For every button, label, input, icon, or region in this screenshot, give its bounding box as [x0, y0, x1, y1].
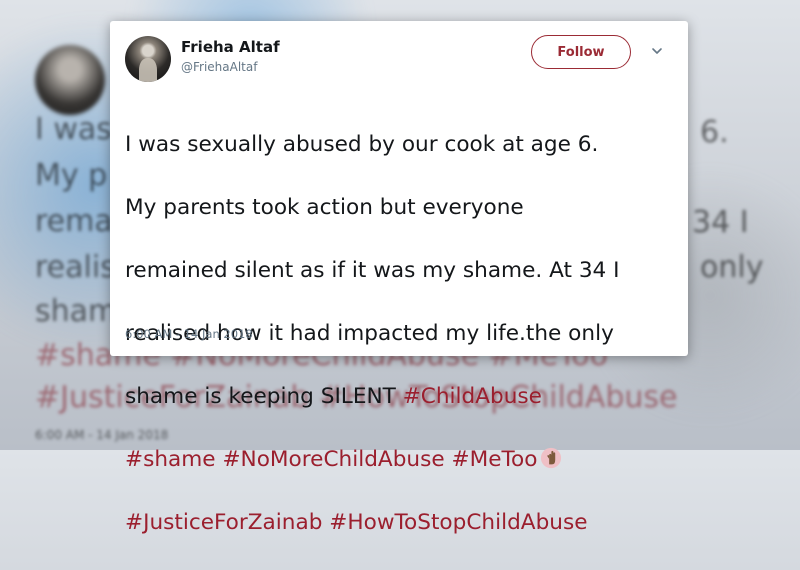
author-handle[interactable]: @FriehaAltaf: [181, 60, 257, 74]
follow-button[interactable]: Follow: [531, 35, 631, 69]
hashtag-link[interactable]: #ChildAbuse: [403, 384, 542, 409]
hashtag-link[interactable]: #HowToStopChildAbuse: [329, 510, 587, 535]
hashtag-link[interactable]: #MeToo: [452, 447, 538, 472]
tweet-line: shame is keeping SILENT #ChildAbuse: [125, 381, 681, 413]
tweet-text-segment: shame is keeping SILENT: [125, 383, 403, 409]
tweet-timestamp[interactable]: 6:00 AM - 14 Jan 2018: [125, 327, 253, 341]
tweet-line: I was sexually abused by our cook at age…: [125, 131, 599, 157]
background-text-fragment: 6.: [700, 115, 729, 150]
tweet-line: remained silent as if it was my shame. A…: [125, 257, 620, 283]
background-text-line: I was: [35, 112, 112, 147]
background-text-line: realis: [35, 250, 116, 285]
author-name[interactable]: Frieha Altaf: [181, 38, 280, 56]
tweet-line: #JusticeForZainab #HowToStopChildAbuse: [125, 507, 681, 539]
tweet-card: Frieha Altaf @FriehaAltaf Follow I was s…: [110, 21, 688, 535]
hashtag-link[interactable]: #shame: [125, 447, 216, 472]
chevron-down-icon[interactable]: [649, 43, 665, 59]
follow-label: Follow: [557, 44, 605, 60]
tweet-line: My parents took action but everyone: [125, 194, 524, 220]
hashtag-link[interactable]: #JusticeForZainab: [125, 510, 322, 535]
hashtag-link[interactable]: #NoMoreChildAbuse: [222, 447, 444, 472]
background-avatar: [35, 45, 105, 115]
tweet-line: #shame #NoMoreChildAbuse #MeToo: [125, 444, 681, 476]
background-text-fragment: 34 I: [692, 205, 749, 240]
avatar[interactable]: [125, 36, 171, 82]
background-text-fragment: only: [700, 250, 764, 285]
background-text-line: My p: [35, 158, 108, 193]
background-text-line: sham: [35, 294, 118, 329]
background-text-line: rema: [35, 204, 113, 239]
